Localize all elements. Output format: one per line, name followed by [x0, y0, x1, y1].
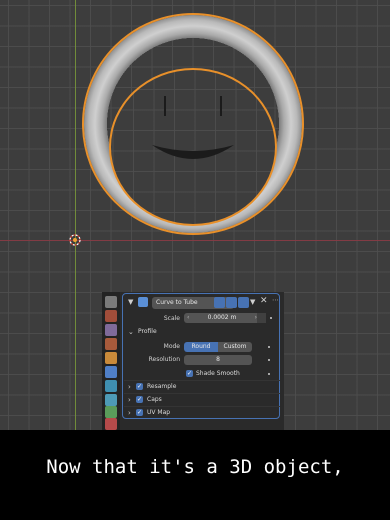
collapse-chevron-icon[interactable]: ▼	[128, 298, 133, 306]
keyframe-dot[interactable]	[268, 359, 270, 361]
mode-round-option[interactable]: Round	[184, 342, 218, 352]
keyframe-dot[interactable]	[268, 373, 270, 375]
scale-field[interactable]: ‹ 0.0002 m ›	[184, 313, 260, 323]
keyframe-dot[interactable]	[268, 346, 270, 348]
drag-handle-icon[interactable]: ⋯	[272, 296, 280, 304]
viewport-toggle-icon[interactable]	[226, 297, 237, 308]
divider	[124, 380, 280, 381]
caps-subpanel-label[interactable]: Caps	[147, 396, 162, 403]
properties-tabs	[102, 292, 120, 430]
shade-smooth-checkbox[interactable]: ✓	[186, 370, 193, 377]
smile-mouth	[152, 145, 234, 159]
modifier-header: ▼ Curve to Tube ▼ ✕ ⋯	[124, 295, 282, 311]
object-icon[interactable]	[105, 352, 117, 364]
particles-icon[interactable]	[105, 380, 117, 392]
constraints-icon[interactable]	[105, 406, 117, 418]
uv-map-chevron-icon[interactable]: ›	[128, 409, 131, 417]
scale-label: Scale	[163, 315, 180, 322]
caps-chevron-icon[interactable]: ›	[128, 396, 131, 404]
dropdown-chevron-icon[interactable]: ▼	[250, 298, 255, 306]
profile-chevron-icon[interactable]: ⌄	[128, 328, 134, 336]
resolution-field[interactable]: 8	[184, 355, 252, 365]
y-axis-line	[75, 0, 76, 430]
mode-label: Mode	[163, 343, 180, 350]
resolution-label: Resolution	[148, 356, 180, 363]
origin-cursor-icon[interactable]	[68, 233, 82, 247]
divider	[124, 406, 280, 407]
divider	[124, 393, 280, 394]
resample-subpanel-label[interactable]: Resample	[147, 383, 176, 390]
resample-checkbox[interactable]: ✓	[136, 383, 143, 390]
resample-chevron-icon[interactable]: ›	[128, 383, 131, 391]
data-icon[interactable]	[105, 418, 117, 430]
decrement-icon[interactable]: ‹	[187, 313, 189, 323]
edit-mode-toggle-icon[interactable]	[214, 297, 225, 308]
profile-subpanel-label[interactable]: Profile	[138, 328, 157, 335]
uv-map-subpanel-label[interactable]: UV Map	[147, 409, 170, 416]
x-axis-line	[0, 240, 390, 241]
render-icon[interactable]	[105, 310, 117, 322]
caption-text: Now that it's a 3D object,	[46, 456, 344, 478]
scale-value: 0.0002 m	[207, 314, 237, 321]
keyframe-dot[interactable]	[270, 317, 272, 319]
left-eye-stroke	[164, 96, 166, 116]
close-icon[interactable]: ✕	[260, 296, 268, 306]
mode-custom-option[interactable]: Custom	[218, 342, 252, 352]
caps-checkbox[interactable]: ✓	[136, 396, 143, 403]
input-socket-icon[interactable]	[257, 313, 266, 323]
scene-icon[interactable]	[105, 338, 117, 350]
output-icon[interactable]	[105, 324, 117, 336]
tool-icon[interactable]	[105, 296, 117, 308]
render-toggle-icon[interactable]	[238, 297, 249, 308]
modifier-icon[interactable]	[105, 366, 117, 378]
modifier-panel: ▼ Curve to Tube ▼ ✕ ⋯ Scale ‹ 0.0002 m ›…	[120, 292, 284, 430]
geometry-nodes-icon	[138, 297, 148, 307]
physics-icon[interactable]	[105, 394, 117, 406]
right-eye-stroke	[220, 96, 222, 116]
uv-map-checkbox[interactable]: ✓	[136, 409, 143, 416]
shade-smooth-label: Shade Smooth	[196, 370, 240, 377]
